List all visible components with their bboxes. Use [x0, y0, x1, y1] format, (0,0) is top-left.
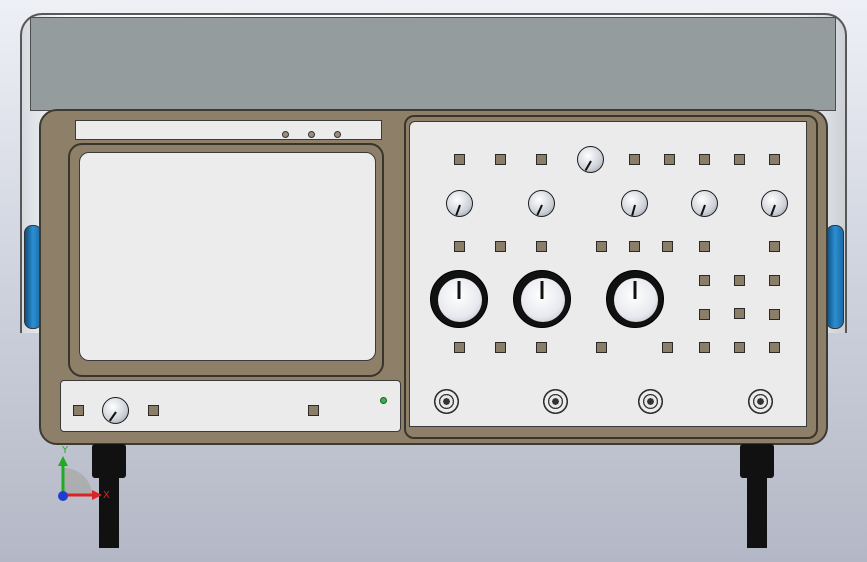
power-led [380, 397, 387, 404]
control-button[interactable] [495, 241, 506, 252]
control-button[interactable] [769, 154, 780, 165]
focus-button[interactable] [148, 405, 159, 416]
ext-trigger-connector[interactable] [638, 389, 663, 414]
z-axis-connector[interactable] [748, 389, 773, 414]
right-handle-pivot [826, 225, 844, 329]
control-button[interactable] [769, 309, 780, 320]
variable-knob[interactable] [761, 190, 788, 217]
control-button[interactable] [769, 342, 780, 353]
indicator-light-3 [334, 131, 341, 138]
control-button[interactable] [536, 154, 547, 165]
y-axis-label: Y [61, 445, 69, 456]
control-button[interactable] [454, 342, 465, 353]
control-button[interactable] [495, 342, 506, 353]
control-button[interactable] [454, 154, 465, 165]
control-button[interactable] [699, 342, 710, 353]
control-button[interactable] [536, 241, 547, 252]
control-button[interactable] [596, 342, 607, 353]
control-button[interactable] [664, 154, 675, 165]
control-button[interactable] [629, 154, 640, 165]
control-button[interactable] [699, 241, 710, 252]
indicator-light-2 [308, 131, 315, 138]
x-axis-arrowhead [92, 490, 102, 500]
top-cover [30, 17, 836, 111]
power-switch-button[interactable] [73, 405, 84, 416]
x-axis-label: X [103, 490, 110, 501]
control-button[interactable] [699, 154, 710, 165]
control-button[interactable] [769, 275, 780, 286]
control-button[interactable] [629, 241, 640, 252]
control-button[interactable] [734, 154, 745, 165]
control-button[interactable] [662, 342, 673, 353]
horizontal-position-knob[interactable] [621, 190, 648, 217]
control-button[interactable] [662, 241, 673, 252]
intensity-knob[interactable] [102, 397, 129, 424]
right-foot-bracket [740, 444, 774, 478]
control-button[interactable] [699, 309, 710, 320]
axis-triad: Y X [58, 445, 110, 501]
control-button[interactable] [734, 308, 745, 319]
ch2-input-connector[interactable] [543, 389, 568, 414]
time-div-knob[interactable] [606, 270, 664, 328]
ch1-volts-div-knob[interactable] [430, 270, 488, 328]
triad-quadrant [63, 467, 92, 495]
holdoff-knob[interactable] [691, 190, 718, 217]
calibration-button[interactable] [308, 405, 319, 416]
control-button[interactable] [536, 342, 547, 353]
control-button[interactable] [734, 342, 745, 353]
ch1-position-knob[interactable] [446, 190, 473, 217]
control-button[interactable] [769, 241, 780, 252]
control-button[interactable] [495, 154, 506, 165]
display-screen [79, 152, 376, 361]
ch2-volts-div-knob[interactable] [513, 270, 571, 328]
ch2-position-knob[interactable] [528, 190, 555, 217]
control-button[interactable] [454, 241, 465, 252]
z-axis-origin [58, 491, 68, 501]
ch1-input-connector[interactable] [434, 389, 459, 414]
indicator-light-1 [282, 131, 289, 138]
control-button[interactable] [699, 275, 710, 286]
trigger-level-knob[interactable] [577, 146, 604, 173]
right-foot [747, 476, 767, 548]
control-button[interactable] [734, 275, 745, 286]
control-button[interactable] [596, 241, 607, 252]
y-axis-arrowhead [58, 456, 68, 466]
